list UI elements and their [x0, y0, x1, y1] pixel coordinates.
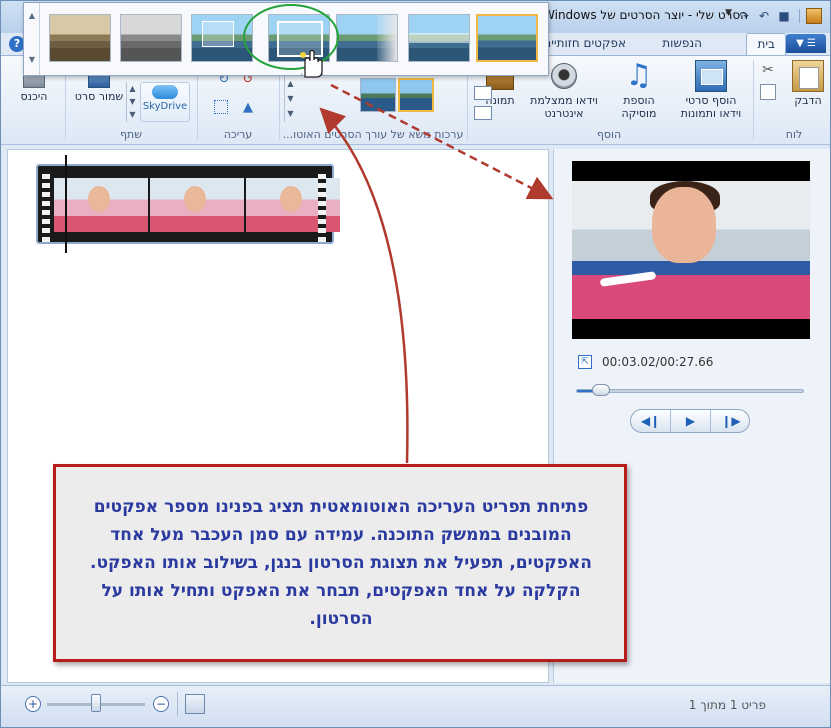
copy-icon[interactable]: [760, 84, 776, 100]
zoom-out-button[interactable]: −: [153, 696, 169, 712]
play-button[interactable]: ▶: [671, 410, 711, 432]
add-media-label: הוסף סרטי וידאו ותמונות: [680, 94, 742, 120]
status-separator: [177, 692, 178, 716]
application-menu-button[interactable]: ☰ ▼: [786, 34, 826, 53]
seek-bar[interactable]: [576, 389, 804, 393]
zoom-slider-thumb[interactable]: [91, 694, 101, 712]
time-readout: 00:03.02/00:27.66: [602, 355, 714, 369]
playback-controls: ◀❙ ▶ ❙▶: [630, 409, 750, 433]
autotheme-gallery-more-button[interactable]: ▲ ▼ ▼: [284, 76, 296, 122]
trim-icon[interactable]: ▲: [240, 100, 256, 116]
group-label-clipboard: לוח: [785, 128, 803, 141]
cloud-icon: [152, 85, 178, 99]
item-count: פריט 1 מתוך 1: [688, 698, 766, 712]
skydrive-button[interactable]: SkyDrive: [140, 82, 190, 122]
previous-frame-button[interactable]: ◀❙: [631, 410, 671, 432]
preview-frame-image: [572, 181, 810, 319]
movie-maker-window: ■ ↶ ↷ ▼ הסרט שלי - יוצר הסרטים של Window…: [0, 0, 831, 728]
scroll-down-icon[interactable]: ▼: [24, 55, 40, 64]
webcam-icon: [551, 63, 577, 89]
hand-cursor-icon: [300, 49, 323, 78]
preview-child-face: [652, 187, 716, 263]
thumbnail-size-icon[interactable]: [185, 694, 205, 714]
scroll-up-icon[interactable]: ▲: [24, 11, 40, 20]
save-icon[interactable]: ■: [776, 8, 792, 24]
add-music-label: הוספת מוסיקה: [621, 94, 657, 120]
clip-frame: [54, 178, 148, 232]
film-sprocket: [42, 170, 50, 242]
sign-in-label: היכנס: [20, 90, 48, 103]
effect-thumbnail-wipe[interactable]: [408, 14, 470, 62]
preview-monitor[interactable]: [572, 161, 810, 339]
effect-thumbnail-sepia[interactable]: [49, 14, 111, 62]
seek-bar-thumb[interactable]: [592, 384, 610, 396]
paste-label: הדבק: [794, 94, 822, 107]
status-bar: + − פריט 1 מתוך 1: [1, 685, 830, 727]
callout-text: פתיחת תפריט העריכה האוטומאטית תציג בפנינ…: [90, 497, 592, 629]
autotheme-thumbnail[interactable]: [360, 78, 396, 112]
select-all-icon[interactable]: [214, 100, 228, 114]
gallery-scrollbar[interactable]: ▲ ▼: [24, 3, 40, 75]
group-label-share: שתף: [119, 128, 143, 141]
cut-icon[interactable]: ✂: [760, 62, 776, 78]
group-label-editing: עריכה: [223, 128, 253, 141]
instruction-callout: פתיחת תפריט העריכה האוטומאטית תציג בפנינ…: [53, 464, 627, 662]
undo-icon[interactable]: ↶: [756, 8, 772, 24]
paste-button[interactable]: הדבק: [788, 60, 828, 107]
group-separator: [753, 60, 754, 140]
quick-access-separator: [799, 9, 800, 23]
share-gallery-more-button[interactable]: ▲ ▼ ▼: [126, 82, 138, 122]
window-title: הסרט שלי - יוצר הסרטים של Windows: [543, 8, 748, 22]
webcam-label: וידאו ממצלמת אינטרנט: [530, 94, 598, 120]
credits-caption-icon[interactable]: [474, 106, 492, 120]
skydrive-label: SkyDrive: [142, 101, 188, 112]
clip-frame: [150, 178, 244, 232]
add-videos-and-photos-button[interactable]: הוסף סרטי וידאו ותמונות: [674, 60, 748, 120]
group-label-autotheme: ערכות נושא של עורך הסרטים האוטו...: [282, 128, 464, 141]
tab-animations[interactable]: הנפשות: [652, 33, 712, 55]
music-note-icon: ♫: [625, 58, 653, 93]
movie-maker-app-icon[interactable]: [806, 8, 822, 24]
film-photo-icon: [695, 60, 727, 92]
film-sprocket: [318, 170, 326, 242]
preview-toothbrush: [599, 271, 657, 287]
paste-icon: [792, 60, 824, 92]
playhead[interactable]: [65, 155, 67, 253]
effect-thumbnail-black-and-white[interactable]: [120, 14, 182, 62]
autotheme-thumbnail[interactable]: [398, 78, 434, 112]
title-caption-icon[interactable]: [474, 86, 492, 100]
next-frame-button[interactable]: ❙▶: [711, 410, 751, 432]
fullscreen-icon[interactable]: ⇱: [578, 355, 592, 369]
zoom-in-button[interactable]: +: [25, 696, 41, 712]
group-label-add: הוסף: [596, 128, 622, 141]
effect-thumbnail-page-curl[interactable]: [336, 14, 398, 62]
save-movie-label: שמור סרט: [74, 90, 124, 103]
add-music-button[interactable]: ♫ הוספת מוסיקה: [606, 58, 672, 121]
video-clip[interactable]: [36, 164, 340, 244]
tab-home[interactable]: בית: [746, 33, 786, 55]
effect-thumbnail-contemporary[interactable]: [476, 14, 538, 62]
